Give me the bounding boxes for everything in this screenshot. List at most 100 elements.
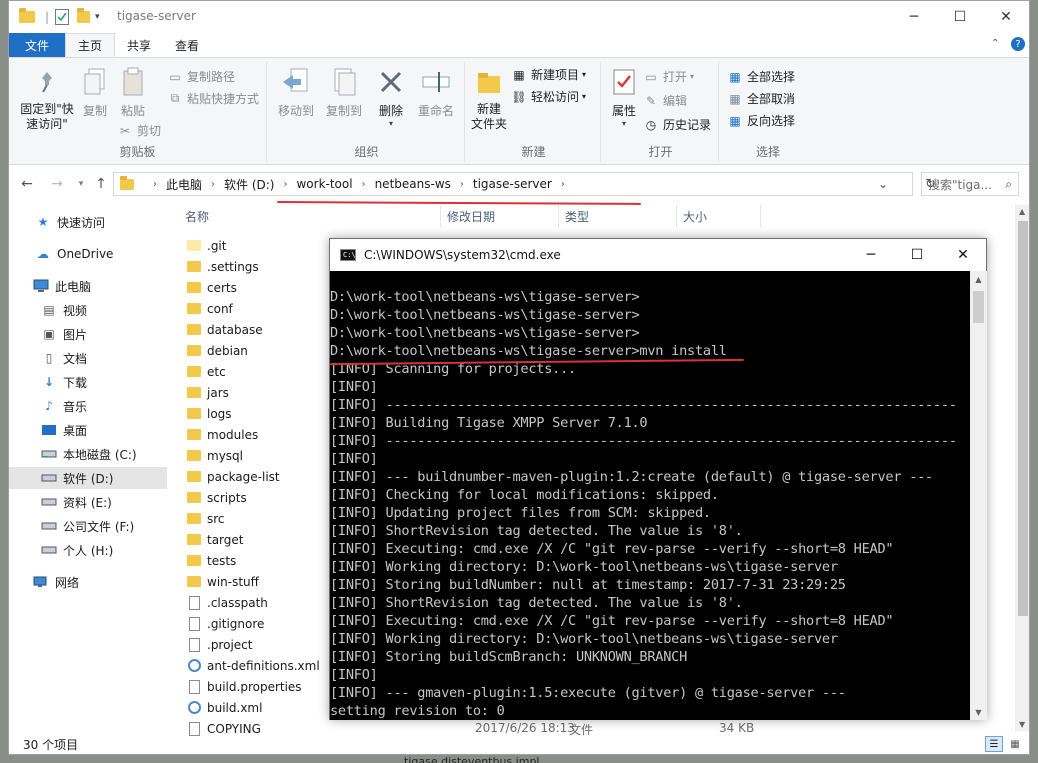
properties-dropdown-icon[interactable]: ▾ [622,119,626,128]
select-none-button[interactable]: ▦ 全部取消 [727,90,795,107]
nav-onedrive[interactable]: ☁ OneDrive [9,243,167,265]
nav-network[interactable]: 网络 [9,571,167,593]
file-row[interactable]: certs [187,277,347,298]
nav-drive-e[interactable]: 资料 (E:) [9,491,167,513]
qa-dropdown-icon[interactable]: ▾ [95,8,100,26]
nav-videos[interactable]: ▤ 视频 [9,299,167,321]
file-row[interactable]: conf [187,298,347,319]
large-icons-view-icon[interactable]: ▦ [1007,736,1023,752]
easy-access-button[interactable]: ⛓ 轻松访问 ▾ [511,88,586,105]
open-button[interactable]: ▭ 打开 ▾ [643,68,694,85]
address-dropdown-icon[interactable]: ⌄ [878,177,888,191]
invert-selection-button[interactable]: ▦ 反向选择 [727,112,795,129]
minimize-button[interactable]: ─ [891,1,937,33]
file-row[interactable]: package-list [187,466,347,487]
nav-drive-h[interactable]: 个人 (H:) [9,539,167,561]
breadcrumb-drive-d[interactable]: 软件 (D:) [224,176,274,193]
up-arrow-icon[interactable]: ↑ [91,174,111,194]
breadcrumb-netbeans-ws[interactable]: netbeans-ws [375,177,451,191]
nav-drive-f[interactable]: 公司文件 (F:) [9,515,167,537]
file-row[interactable]: .project [187,634,347,655]
nav-pictures[interactable]: ▣ 图片 [9,323,167,345]
pin-quick-access-button[interactable]: 固定到"快速访问" [15,66,79,132]
nav-desktop[interactable]: 桌面 [9,419,167,441]
column-header-date[interactable]: 修改日期 [441,205,559,227]
paste-shortcut-button[interactable]: ⧉ 粘贴快捷方式 [167,90,259,107]
new-folder-button[interactable]: 新建 文件夹 [467,66,511,132]
properties-qa-icon[interactable] [55,8,69,26]
address-bar[interactable]: › 此电脑 › 软件 (D:) › work-tool › netbeans-ws › … [113,172,936,196]
console-output[interactable]: D:\work-tool\netbeans-ws\tigase-server> D… [330,271,970,720]
cut-button[interactable]: ✂ 剪切 [117,122,161,139]
scrollbar-thumb[interactable] [1018,221,1028,616]
delete-dropdown-icon[interactable]: ▾ [389,119,393,128]
file-list-scrollbar[interactable]: ▲ ▼ [1015,205,1029,731]
cmd-scroll-down-icon[interactable]: ▼ [970,704,987,720]
search-input[interactable]: 搜索"tiga... ⌕ [921,172,1019,196]
tab-file[interactable]: 文件 [9,33,66,57]
properties-button[interactable]: 属性 ▾ [607,66,641,128]
file-row[interactable]: ant-definitions.xml [187,655,347,676]
recent-dropdown-icon[interactable]: ▾ [71,174,91,194]
file-row[interactable]: .settings [187,256,347,277]
file-row[interactable]: jars [187,382,347,403]
cmd-close-button[interactable]: ✕ [940,239,986,271]
tab-view[interactable]: 查看 [163,33,211,57]
new-folder-qa-icon[interactable] [77,8,90,26]
maximize-button[interactable]: ☐ [937,1,983,33]
select-all-button[interactable]: ▦ 全部选择 [727,68,795,85]
collapse-ribbon-icon[interactable]: ⌃ [991,38,999,49]
rename-button[interactable]: 重命名 [413,66,459,119]
file-row[interactable]: .gitignore [187,613,347,634]
file-row[interactable]: build.xml [187,697,347,718]
nav-quick-access[interactable]: ★ 快速访问 [9,211,167,233]
delete-button[interactable]: 删除 ▾ [373,66,409,128]
move-to-button[interactable]: 移动到 [273,66,319,119]
copy-button[interactable]: 复制 [79,66,111,119]
file-row[interactable]: database [187,319,347,340]
breadcrumb-this-pc[interactable]: 此电脑 [166,176,202,193]
back-arrow-icon[interactable]: ← [17,174,37,194]
file-row[interactable]: win-stuff [187,571,347,592]
copy-to-button[interactable]: 复制到 [321,66,367,119]
column-header-name[interactable]: 名称 [179,205,441,227]
cmd-maximize-button[interactable]: ☐ [894,239,940,271]
help-icon[interactable]: ? [1011,37,1025,51]
edit-button[interactable]: ✎ 编辑 [643,92,687,109]
cmd-minimize-button[interactable]: ─ [848,239,894,271]
details-view-icon[interactable]: ☰ [985,736,1003,752]
nav-drive-c[interactable]: 本地磁盘 (C:) [9,443,167,465]
paste-button[interactable]: 粘贴 [117,66,149,119]
breadcrumb-tigase-server[interactable]: tigase-server [473,177,552,191]
nav-downloads[interactable]: ↓ 下载 [9,371,167,393]
copy-path-button[interactable]: ▭ 复制路径 [167,68,235,85]
nav-drive-d[interactable]: 软件 (D:) [9,467,167,489]
file-row[interactable]: scripts [187,487,347,508]
file-row[interactable]: tests [187,550,347,571]
nav-music[interactable]: ♪ 音乐 [9,395,167,417]
nav-this-pc[interactable]: 此电脑 [9,275,167,297]
new-item-button[interactable]: ▦ 新建项目 ▾ [511,66,586,83]
scroll-down-icon[interactable]: ▼ [1019,720,1025,729]
column-header-type[interactable]: 类型 [559,205,677,227]
cmd-scrollbar-thumb[interactable] [973,291,984,323]
forward-arrow-icon[interactable]: → [47,174,67,194]
close-button[interactable]: ✕ [983,1,1029,33]
cmd-scrollbar[interactable]: ▲ ▼ [970,271,987,720]
tab-home[interactable]: 主页 [65,33,116,57]
file-row[interactable]: .classpath [187,592,347,613]
cmd-scroll-up-icon[interactable]: ▲ [970,271,987,287]
file-row[interactable]: mysql [187,445,347,466]
file-row[interactable]: .git [187,235,347,256]
file-row[interactable]: debian [187,340,347,361]
history-button[interactable]: ◷ 历史记录 [643,116,711,133]
file-row[interactable]: src [187,508,347,529]
file-row[interactable]: modules [187,424,347,445]
file-row[interactable]: logs [187,403,347,424]
scroll-up-icon[interactable]: ▲ [1019,207,1025,216]
breadcrumb-work-tool[interactable]: work-tool [296,177,352,191]
nav-documents[interactable]: ▯ 文档 [9,347,167,369]
file-row[interactable]: target [187,529,347,550]
file-row[interactable]: etc [187,361,347,382]
file-row[interactable]: build.properties [187,676,347,697]
